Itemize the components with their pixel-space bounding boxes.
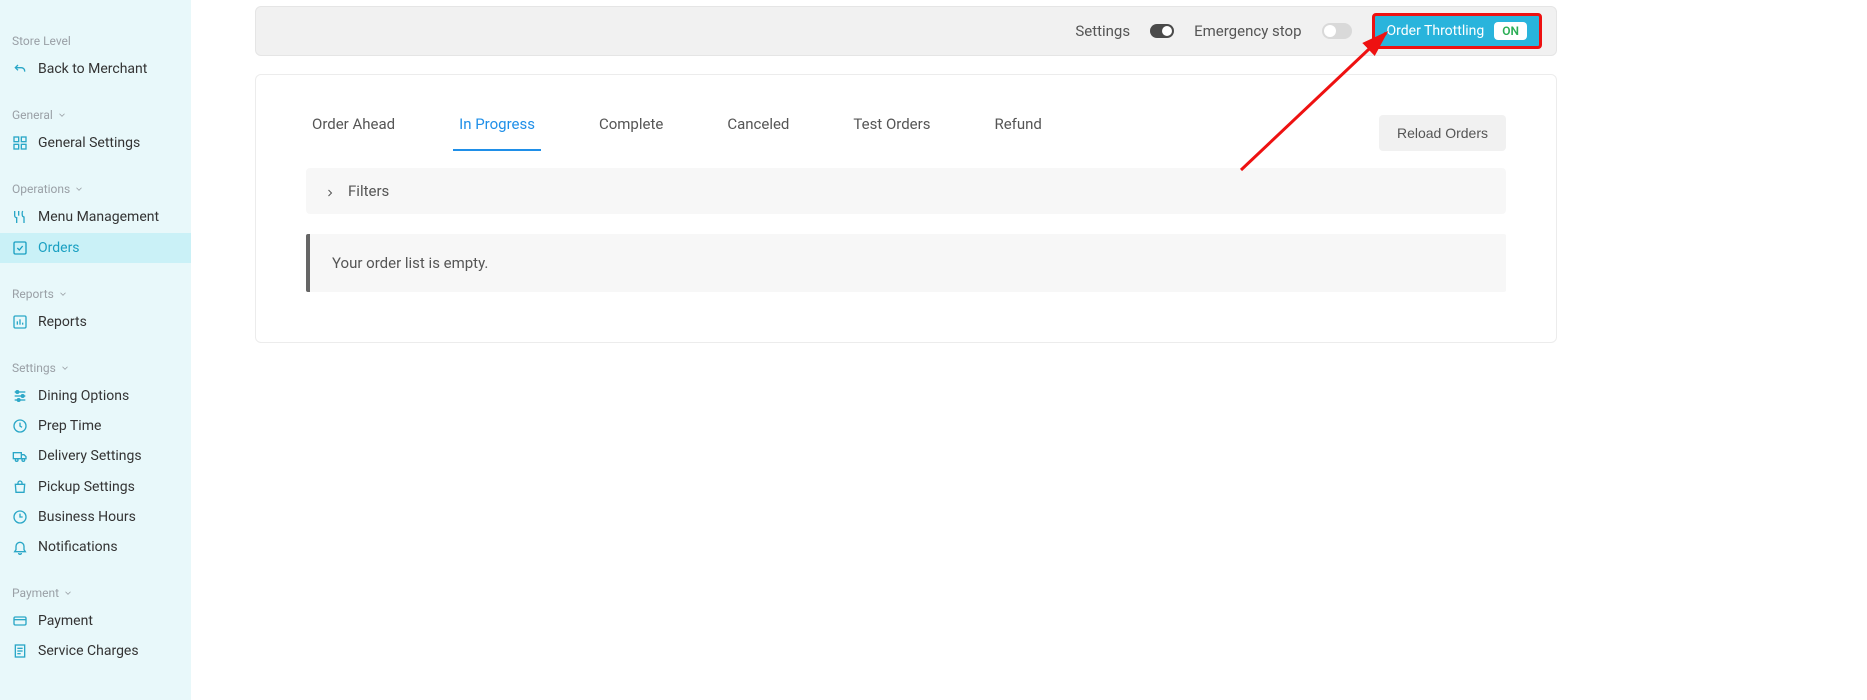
sidebar-item-dining-options[interactable]: Dining Options <box>0 381 191 411</box>
back-arrow-icon <box>12 61 28 77</box>
sidebar-item-label: Delivery Settings <box>38 447 142 465</box>
tab-refund[interactable]: Refund <box>988 115 1047 151</box>
sidebar-item-notifications[interactable]: Notifications <box>0 532 191 562</box>
sidebar-section-label: Settings <box>12 361 56 375</box>
receipt-icon <box>12 643 28 659</box>
sidebar-item-business-hours[interactable]: Business Hours <box>0 502 191 532</box>
sidebar-item-label: Reports <box>38 313 87 331</box>
sidebar-section-label: General <box>12 108 53 122</box>
order-throttling-state: ON <box>1494 22 1527 40</box>
tabs-row: Order Ahead In Progress Complete Cancele… <box>306 115 1506 152</box>
tabs: Order Ahead In Progress Complete Cancele… <box>306 115 1048 151</box>
sidebar-item-service-charges[interactable]: Service Charges <box>0 636 191 666</box>
sidebar-section-general[interactable]: General <box>0 102 191 128</box>
sidebar-item-label: Payment <box>38 612 93 630</box>
sidebar-section-reports[interactable]: Reports <box>0 281 191 307</box>
sidebar-item-label: Business Hours <box>38 508 136 526</box>
card-icon <box>12 613 28 629</box>
hours-icon <box>12 509 28 525</box>
sidebar-section-label: Operations <box>12 182 70 196</box>
reload-orders-button[interactable]: Reload Orders <box>1379 115 1506 151</box>
sidebar-section-label: Payment <box>12 586 59 600</box>
chevron-down-icon <box>74 184 84 194</box>
order-throttling-button[interactable]: Order Throttling ON <box>1372 13 1543 49</box>
filters-label: Filters <box>348 182 389 200</box>
utensils-icon <box>12 209 28 225</box>
filters-toggle[interactable]: Filters <box>306 168 1506 214</box>
empty-order-list-message: Your order list is empty. <box>306 234 1506 292</box>
sidebar-section-payment[interactable]: Payment <box>0 580 191 606</box>
sidebar-item-orders[interactable]: Orders <box>0 233 191 263</box>
emergency-stop-toggle[interactable] <box>1322 23 1352 39</box>
sidebar-item-delivery-settings[interactable]: Delivery Settings <box>0 441 191 471</box>
clock-icon <box>12 418 28 434</box>
main-content: Settings Emergency stop Order Throttling… <box>191 0 1867 700</box>
tab-canceled[interactable]: Canceled <box>721 115 795 151</box>
tab-test-orders[interactable]: Test Orders <box>847 115 936 151</box>
truck-icon <box>12 448 28 464</box>
settings-label: Settings <box>1075 22 1130 40</box>
sidebar-item-menu-management[interactable]: Menu Management <box>0 202 191 232</box>
sidebar: Store Level Back to Merchant General Gen… <box>0 0 191 700</box>
tab-in-progress[interactable]: In Progress <box>453 115 541 151</box>
sidebar-item-pickup-settings[interactable]: Pickup Settings <box>0 472 191 502</box>
sidebar-item-label: Prep Time <box>38 417 101 435</box>
tab-order-ahead[interactable]: Order Ahead <box>306 115 401 151</box>
orders-panel: Order Ahead In Progress Complete Cancele… <box>255 74 1557 343</box>
order-throttling-label: Order Throttling <box>1387 23 1485 39</box>
sidebar-section-operations[interactable]: Operations <box>0 176 191 202</box>
chevron-down-icon <box>60 363 70 373</box>
empty-message-text: Your order list is empty. <box>332 254 488 272</box>
chevron-down-icon <box>58 289 68 299</box>
sliders-icon <box>12 388 28 404</box>
sidebar-item-label: Back to Merchant <box>38 60 147 78</box>
check-square-icon <box>12 240 28 256</box>
sidebar-item-back-to-merchant[interactable]: Back to Merchant <box>0 54 191 84</box>
bar-chart-icon <box>12 314 28 330</box>
sidebar-section-label: Store Level <box>12 34 71 48</box>
settings-toggle[interactable] <box>1150 24 1174 38</box>
bag-icon <box>12 479 28 495</box>
bell-icon <box>12 539 28 555</box>
sidebar-item-label: Service Charges <box>38 642 139 660</box>
grid-icon <box>12 135 28 151</box>
tab-complete[interactable]: Complete <box>593 115 669 151</box>
sidebar-item-label: Notifications <box>38 538 118 556</box>
sidebar-item-general-settings[interactable]: General Settings <box>0 128 191 158</box>
emergency-stop-label: Emergency stop <box>1194 22 1301 40</box>
sidebar-item-reports[interactable]: Reports <box>0 307 191 337</box>
sidebar-item-label: Menu Management <box>38 208 159 226</box>
sidebar-item-prep-time[interactable]: Prep Time <box>0 411 191 441</box>
sidebar-section-label: Reports <box>12 287 54 301</box>
sidebar-item-label: Dining Options <box>38 387 129 405</box>
chevron-down-icon <box>57 110 67 120</box>
sidebar-item-label: Pickup Settings <box>38 478 135 496</box>
sidebar-item-label: Orders <box>38 239 80 257</box>
sidebar-section-store-level: Store Level <box>0 28 191 54</box>
sidebar-item-payment[interactable]: Payment <box>0 606 191 636</box>
sidebar-section-settings[interactable]: Settings <box>0 355 191 381</box>
topbar: Settings Emergency stop Order Throttling… <box>255 6 1557 56</box>
sidebar-item-label: General Settings <box>38 134 140 152</box>
chevron-right-icon <box>324 185 336 197</box>
chevron-down-icon <box>63 588 73 598</box>
